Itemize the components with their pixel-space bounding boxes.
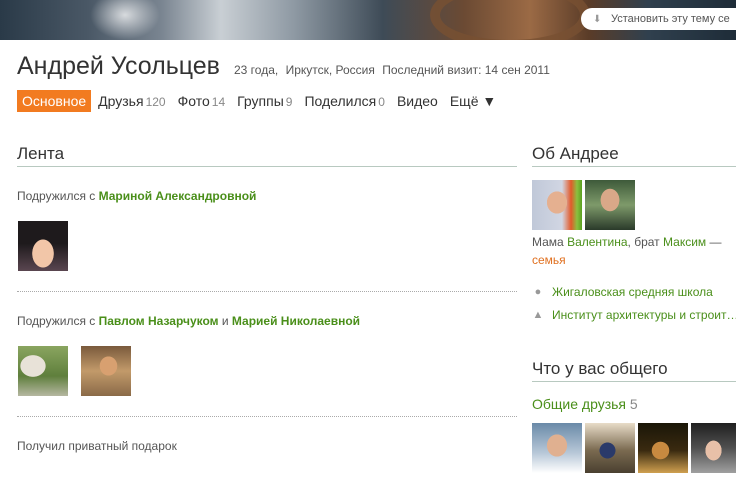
- tab-more[interactable]: Ещё ▼: [450, 93, 496, 109]
- feed-item-2-friend2-link[interactable]: Марией Николаевной: [232, 314, 360, 328]
- common-friend-avatar[interactable]: [638, 423, 688, 473]
- common-friends-count: 5: [629, 396, 638, 412]
- profile-cover-banner: ⬇ Установить эту тему се: [0, 0, 736, 40]
- school-label: Жигаловская средняя школа: [552, 285, 713, 299]
- banner-highlight: [90, 0, 160, 40]
- feed-item-2-friend1-link[interactable]: Павлом Назарчуком: [99, 314, 219, 328]
- profile-location: Иркутск, Россия: [285, 63, 375, 77]
- feed-item-2-joiner: и: [218, 314, 232, 328]
- relatives-dash: —: [706, 235, 722, 249]
- tab-photos-label: Фото: [177, 93, 210, 109]
- brother-label: , брат: [627, 235, 664, 249]
- tab-photos[interactable]: Фото 14: [178, 93, 226, 109]
- feed-item-1-prefix: Подружился с: [17, 189, 99, 203]
- common-friends-link[interactable]: Общие друзья 5: [532, 396, 638, 412]
- friend-photo-thumbnail[interactable]: [18, 346, 68, 396]
- graduation-cap-icon: ▲: [532, 309, 544, 321]
- family-link-row: семья: [532, 253, 566, 267]
- friend-photo-thumbnail[interactable]: [81, 346, 131, 396]
- tab-friends-label: Друзья: [98, 93, 144, 109]
- feed-title-divider: [17, 166, 517, 167]
- school-icon: ●: [534, 286, 542, 298]
- institute-label: Институт архитектуры и строит…: [552, 308, 736, 322]
- relative-avatar-brother[interactable]: [585, 180, 635, 230]
- institute-link[interactable]: ▲ Институт архитектуры и строит…: [532, 308, 736, 322]
- tab-groups-label: Группы: [237, 93, 284, 109]
- common-friend-avatar[interactable]: [532, 423, 582, 473]
- tab-main[interactable]: Основное: [17, 90, 92, 112]
- tab-photos-count: 14: [211, 95, 226, 109]
- tab-groups[interactable]: Группы 9: [237, 93, 292, 109]
- relatives-text: Мама Валентина, брат Максим —: [532, 235, 722, 249]
- friend-photo-thumbnail[interactable]: [18, 221, 68, 271]
- install-theme-label: Установить эту тему се: [611, 13, 730, 25]
- common-title: Что у вас общего: [532, 359, 668, 378]
- install-theme-button[interactable]: ⬇ Установить эту тему се: [581, 8, 736, 30]
- feed-item-2-prefix: Подружился с: [17, 314, 99, 328]
- common-title-divider: [532, 381, 736, 382]
- tab-shared-count: 0: [378, 95, 385, 109]
- banner-decoration: [430, 0, 590, 40]
- about-title-divider: [532, 166, 736, 167]
- common-friend-avatar[interactable]: [691, 423, 736, 473]
- tab-friends[interactable]: Друзья 120: [98, 93, 165, 109]
- common-friends-label: Общие друзья: [532, 396, 627, 412]
- brother-name-link[interactable]: Максим: [663, 235, 706, 249]
- about-title: Об Андрее: [532, 144, 619, 163]
- feed-item-1-friend-link[interactable]: Мариной Александровной: [99, 189, 257, 203]
- feed-title: Лента: [17, 144, 65, 163]
- mom-name-link[interactable]: Валентина: [567, 235, 627, 249]
- profile-age: 23 года,: [234, 63, 279, 77]
- relative-avatar-mom[interactable]: [532, 180, 582, 230]
- profile-nav: Основное Друзья 120 Фото 14 Группы 9 Подели…: [17, 90, 508, 112]
- mom-label: Мама: [532, 235, 568, 249]
- feed-divider: [17, 291, 517, 292]
- feed-item-1-text: Подружился с Мариной Александровной: [17, 189, 256, 203]
- tab-groups-count: 9: [285, 95, 293, 109]
- feed-divider: [17, 416, 517, 417]
- family-link[interactable]: семья: [532, 253, 566, 267]
- profile-meta: 23 года, Иркутск, Россия Последний визит…: [234, 63, 554, 77]
- tab-video[interactable]: Видео: [397, 93, 438, 109]
- profile-name: Андрей Усольцев: [17, 52, 220, 80]
- feed-item-2-text: Подружился с Павлом Назарчуком и Марией …: [17, 314, 360, 328]
- profile-last-visit: Последний визит: 14 сен 2011: [382, 63, 550, 77]
- common-friend-avatar[interactable]: [585, 423, 635, 473]
- tab-shared[interactable]: Поделился 0: [304, 93, 384, 109]
- school-link[interactable]: ● Жигаловская средняя школа: [532, 285, 713, 299]
- download-icon: ⬇: [593, 14, 602, 25]
- feed-item-3-text: Получил приватный подарок: [17, 439, 177, 453]
- tab-friends-count: 120: [145, 95, 166, 109]
- tab-shared-label: Поделился: [304, 93, 377, 109]
